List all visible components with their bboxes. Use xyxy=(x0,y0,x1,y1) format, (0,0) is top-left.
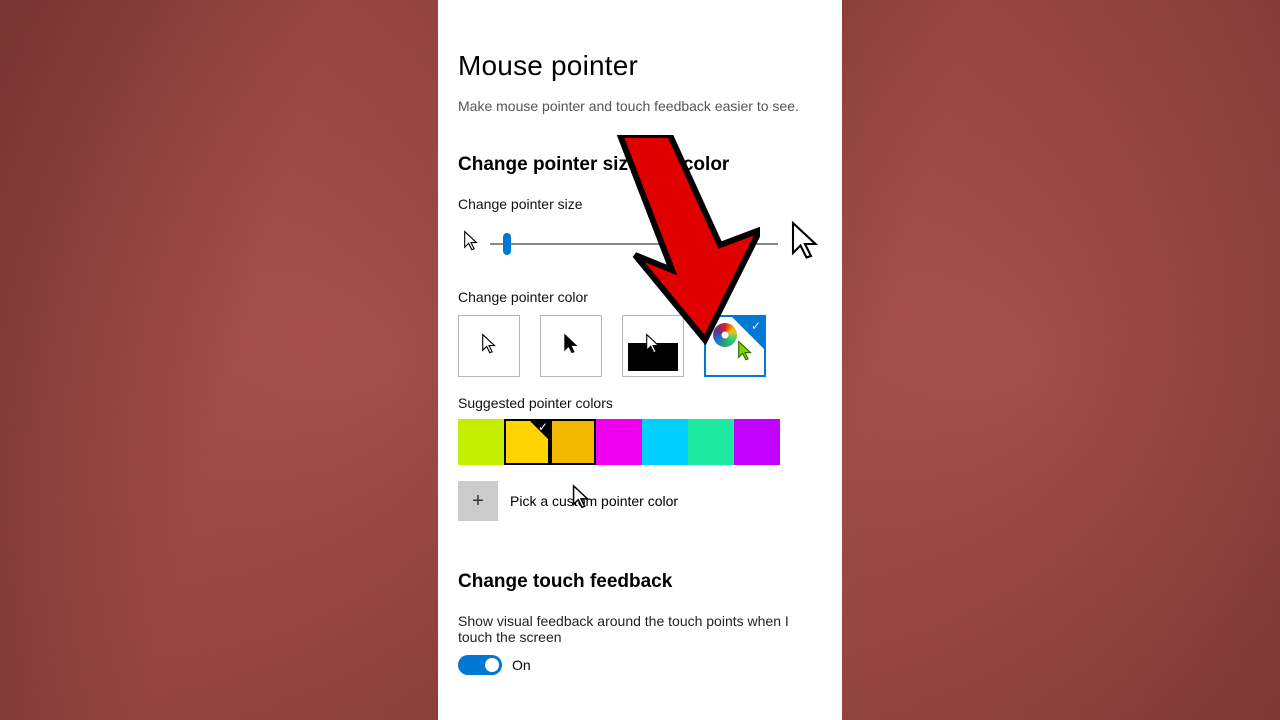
suggested-colors-label: Suggested pointer colors xyxy=(458,395,822,411)
section-touch-heading: Change touch feedback xyxy=(458,571,822,593)
cursor-white-icon xyxy=(480,333,498,360)
color-swatch-4[interactable] xyxy=(642,419,688,465)
scheme-inverted[interactable] xyxy=(622,315,684,377)
color-swatch-5[interactable] xyxy=(688,419,734,465)
touch-toggle-row: On xyxy=(458,655,822,675)
section-pointer-heading: Change pointer size and color xyxy=(458,154,822,176)
color-swatch-1[interactable]: ✓ xyxy=(504,419,550,465)
scheme-white[interactable] xyxy=(458,315,520,377)
page-subhead: Make mouse pointer and touch feedback ea… xyxy=(458,98,822,114)
pointer-size-label: Change pointer size xyxy=(458,196,822,212)
slider-thumb[interactable] xyxy=(503,233,511,255)
page-title: Mouse pointer xyxy=(458,50,822,82)
touch-description: Show visual feedback around the touch po… xyxy=(458,613,822,645)
pointer-color-scheme-row: ✓ xyxy=(458,315,822,377)
cursor-inverted-icon xyxy=(644,333,662,360)
cursor-colored-icon xyxy=(736,340,754,367)
color-swatch-2[interactable] xyxy=(550,419,596,465)
pointer-size-row xyxy=(462,220,822,267)
suggested-colors-row: ✓ xyxy=(458,419,822,465)
touch-feedback-toggle[interactable] xyxy=(458,655,502,675)
scheme-black[interactable] xyxy=(540,315,602,377)
custom-color-label: Pick a custom pointer color xyxy=(510,493,678,509)
plus-icon[interactable]: + xyxy=(458,481,498,521)
color-swatch-6[interactable] xyxy=(734,419,780,465)
cursor-large-icon xyxy=(788,220,822,267)
color-swatch-0[interactable] xyxy=(458,419,504,465)
pointer-color-label: Change pointer color xyxy=(458,289,822,305)
check-icon: ✓ xyxy=(538,420,548,434)
cursor-black-icon xyxy=(562,333,580,360)
scheme-custom[interactable]: ✓ xyxy=(704,315,766,377)
color-swatch-3[interactable] xyxy=(596,419,642,465)
check-icon: ✓ xyxy=(751,319,761,333)
pointer-size-slider[interactable] xyxy=(490,234,778,254)
settings-panel: Mouse pointer Make mouse pointer and tou… xyxy=(438,0,842,720)
cursor-small-icon xyxy=(462,230,480,257)
color-wheel-icon xyxy=(713,323,737,347)
custom-color-row[interactable]: + Pick a custom pointer color xyxy=(458,481,822,521)
toggle-state-label: On xyxy=(512,657,531,673)
